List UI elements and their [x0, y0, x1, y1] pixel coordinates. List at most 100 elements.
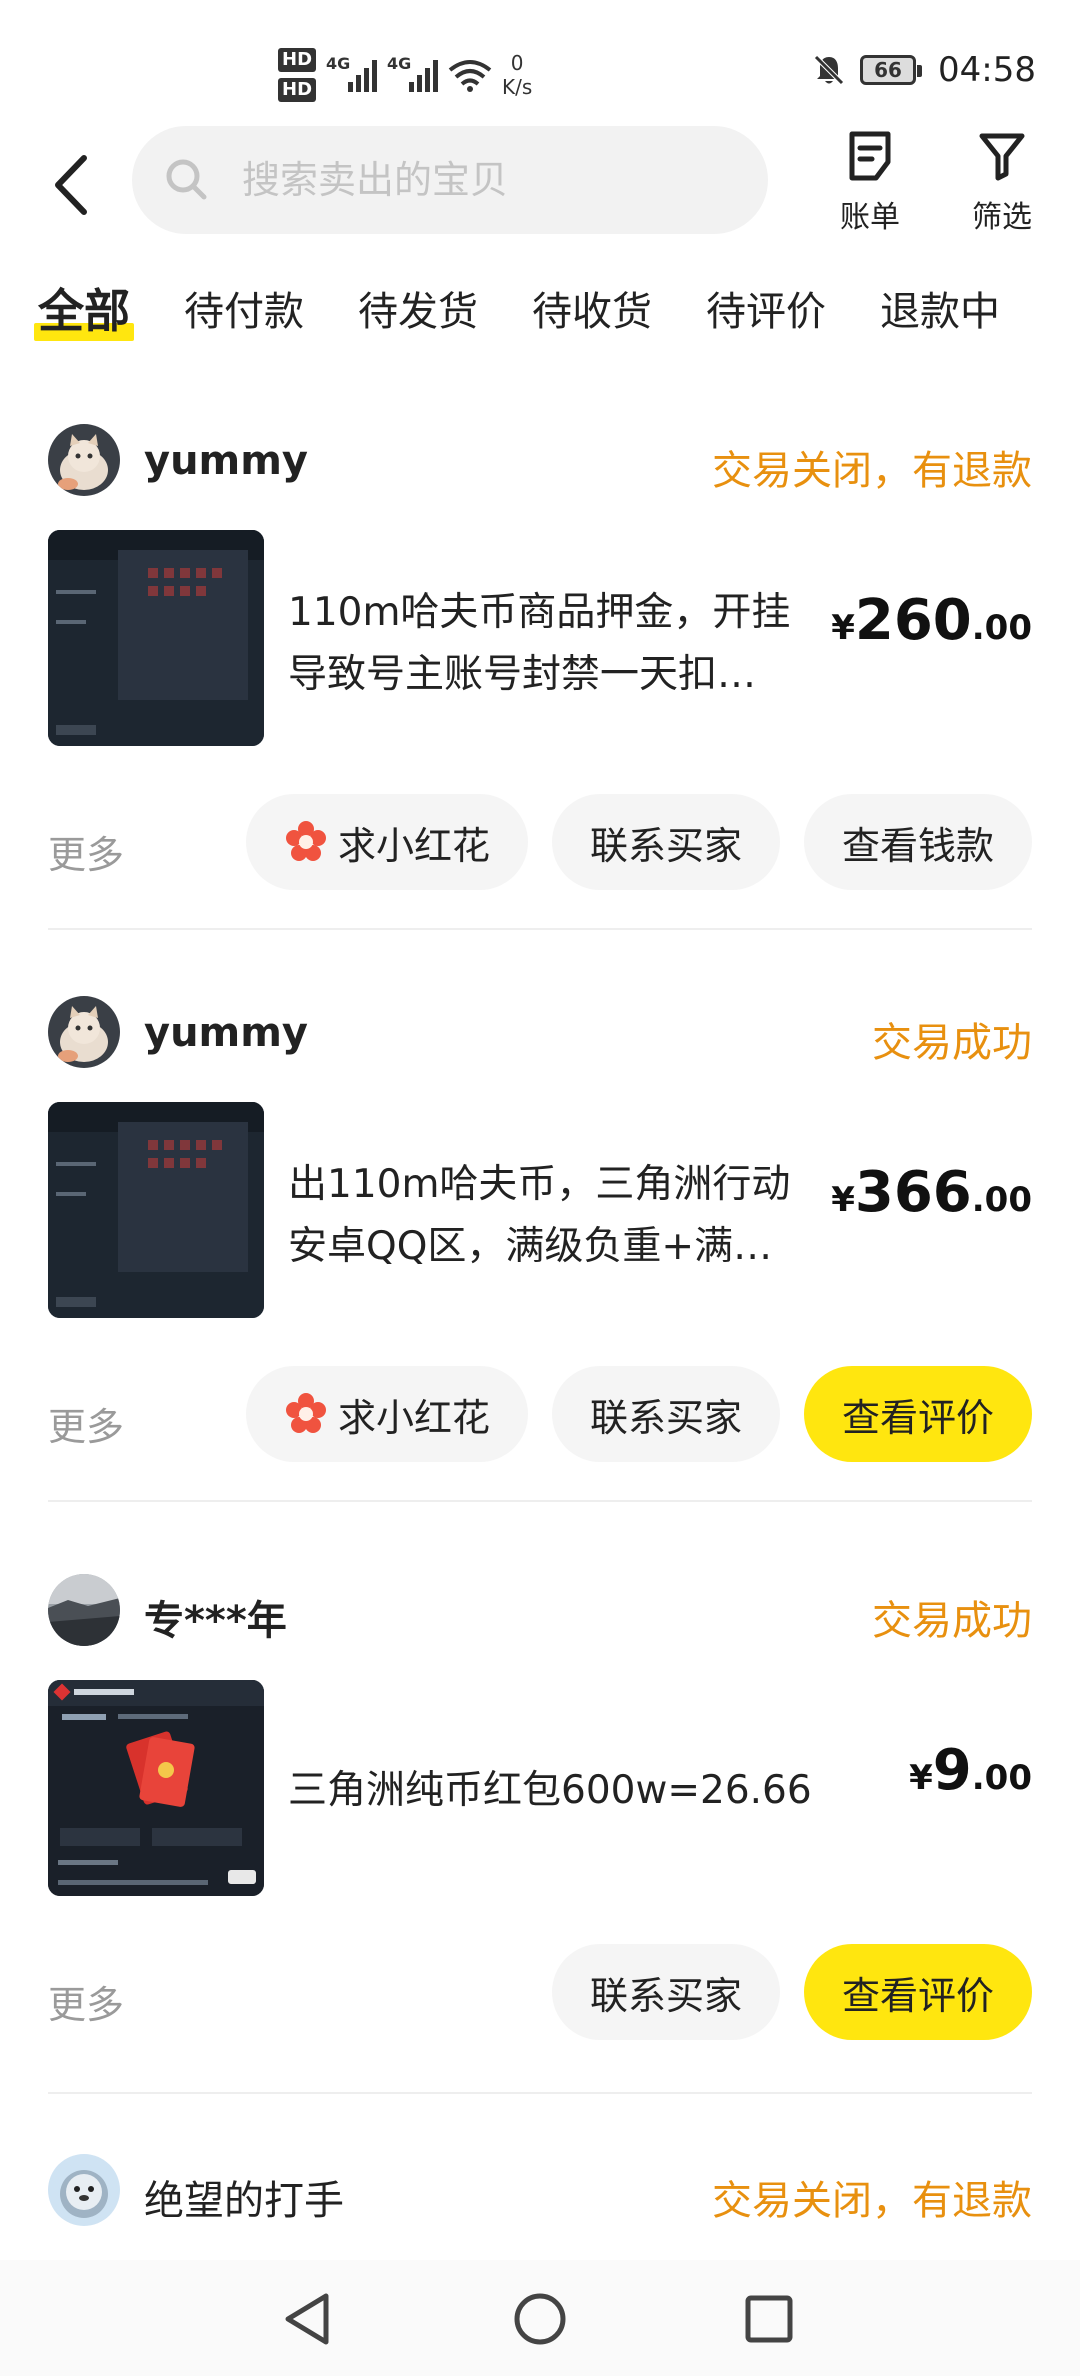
more-link[interactable]: 更多: [48, 824, 124, 879]
contact-buyer-button[interactable]: 联系买家: [551, 794, 780, 890]
net-speed-value: 0: [510, 51, 524, 75]
price-currency: ¥: [831, 608, 855, 648]
order-header: yummy 交易关闭，有退款: [48, 420, 1032, 500]
seal-avatar-icon: [48, 2154, 120, 2226]
tab-to-receive[interactable]: 待收货: [532, 279, 652, 337]
tab-to-review[interactable]: 待评价: [706, 279, 826, 337]
order-card[interactable]: 绝望的打手 交易关闭，有退款: [48, 2150, 1032, 2230]
contact-buyer-button[interactable]: 联系买家: [551, 1944, 780, 2040]
ask-flower-label: 求小红花: [337, 823, 490, 868]
product-thumbnail[interactable]: [48, 1680, 264, 1896]
filter-icon: [979, 133, 1025, 181]
network-type-2: 4G: [387, 54, 412, 73]
tab-all-label: 全部: [38, 284, 130, 338]
status-right: 66 04:58: [812, 50, 1036, 90]
order-actions: 更多 求小红花 联系买家 查看钱款: [48, 794, 1032, 894]
bill-label: 账单: [840, 200, 900, 235]
price-integer: 260: [854, 588, 972, 653]
ask-flower-label: 求小红花: [337, 1395, 490, 1440]
battery-icon: 66: [860, 55, 923, 85]
price-integer: 9: [932, 1738, 972, 1803]
contact-buyer-label: 联系买家: [589, 823, 742, 868]
product-title[interactable]: 三角洲纯币红包600w=26.66: [288, 1760, 828, 1822]
nav-back-icon[interactable]: [274, 2284, 344, 2354]
divider: [48, 2092, 1032, 2094]
wifi-icon: [448, 60, 492, 92]
more-link[interactable]: 更多: [48, 1974, 124, 2029]
order-tabs: 全部 待付款 待发货 待收货 待评价 退款中: [0, 268, 1080, 348]
tab-to-ship[interactable]: 待发货: [358, 279, 478, 337]
order-price: ¥9.00: [909, 1738, 1032, 1803]
product-thumbnail[interactable]: [48, 530, 264, 746]
nav-recents-icon[interactable]: [734, 2284, 804, 2354]
tab-all[interactable]: 全部: [34, 275, 134, 341]
net-speed: 0 K/s: [502, 51, 532, 99]
buyer-name[interactable]: 绝望的打手: [144, 2168, 344, 2226]
network-type-1: 4G: [326, 54, 351, 73]
back-arrow-icon[interactable]: [44, 150, 104, 220]
tab-refunding-label: 退款中: [880, 289, 1000, 335]
product-title-line1: 三角洲纯币红包600w=26.66: [288, 1768, 812, 1813]
filter-button[interactable]: 筛选: [952, 128, 1052, 236]
product-title-line1: 出110m哈夫币，三角洲行动: [288, 1162, 791, 1207]
red-flower-icon: [285, 1393, 326, 1433]
view-review-button[interactable]: 查看评价: [803, 1944, 1032, 2040]
ask-flower-button[interactable]: 求小红花: [245, 1366, 528, 1462]
signal-2-icon: 4G: [387, 54, 439, 92]
buyer-name[interactable]: 专***年: [144, 1588, 287, 1646]
order-status: 交易成功: [872, 1598, 1032, 1644]
product-title-line2: 安卓QQ区，满级负重+满…: [288, 1224, 773, 1269]
hd-indicators: HD HD: [278, 48, 317, 102]
buyer-avatar[interactable]: [48, 2154, 120, 2226]
buyer-name[interactable]: yummy: [144, 1010, 308, 1056]
search-icon: [166, 159, 207, 200]
product-thumbnail[interactable]: [48, 1102, 264, 1318]
order-item[interactable]: 110m哈夫币商品押金，开挂 导致号主账号封禁一天扣… ¥260.00: [48, 530, 1032, 750]
header: 账单 筛选: [0, 120, 1080, 250]
tab-to-receive-label: 待收货: [532, 289, 652, 335]
cat-avatar-icon: [48, 424, 120, 496]
battery-level: 66: [874, 58, 902, 82]
order-card[interactable]: yummy 交易成功 出110m哈夫币，三角洲行动 安卓QQ区，满级负重+满… …: [48, 992, 1032, 1466]
buyer-name[interactable]: yummy: [144, 438, 308, 484]
tab-pending-payment[interactable]: 待付款: [184, 279, 304, 337]
contact-buyer-button[interactable]: 联系买家: [551, 1366, 780, 1462]
order-card[interactable]: yummy 交易关闭，有退款 110m哈夫币商品押金，开挂 导致号主账号封禁一天…: [48, 420, 1032, 894]
product-title-line1: 110m哈夫币商品押金，开挂: [288, 590, 791, 635]
buyer-avatar[interactable]: [48, 1574, 120, 1646]
game-screenshot-image: [48, 530, 264, 746]
price-integer: 366: [854, 1160, 972, 1225]
clock: 04:58: [938, 50, 1036, 90]
search-bar[interactable]: [132, 126, 768, 234]
view-payment-button[interactable]: 查看钱款: [803, 794, 1032, 890]
red-packet-screenshot-image: [48, 1680, 264, 1896]
signal-1-icon: 4G: [326, 54, 378, 92]
order-item[interactable]: 出110m哈夫币，三角洲行动 安卓QQ区，满级负重+满… ¥366.00: [48, 1102, 1032, 1322]
contact-buyer-label: 联系买家: [589, 1395, 742, 1440]
view-review-button[interactable]: 查看评价: [803, 1366, 1032, 1462]
buyer-avatar[interactable]: [48, 424, 120, 496]
tab-refunding[interactable]: 退款中: [880, 279, 1000, 337]
view-payment-label: 查看钱款: [841, 823, 994, 868]
price-decimal: .00: [971, 1180, 1032, 1220]
view-review-label: 查看评价: [841, 1973, 994, 2018]
buyer-avatar[interactable]: [48, 996, 120, 1068]
more-link[interactable]: 更多: [48, 1396, 124, 1451]
ask-flower-button[interactable]: 求小红花: [245, 794, 528, 890]
order-item[interactable]: 三角洲纯币红包600w=26.66 ¥9.00: [48, 1680, 1032, 1900]
order-card[interactable]: 专***年 交易成功 三角洲纯币红包600w=26.66 ¥9.00 更多 联系…: [48, 1570, 1032, 2044]
view-review-label: 查看评价: [841, 1395, 994, 1440]
divider: [48, 1500, 1032, 1502]
nav-home-icon[interactable]: [505, 2284, 575, 2354]
hd1-badge: HD: [278, 48, 317, 72]
hd2-badge: HD: [278, 78, 317, 102]
price-currency: ¥: [831, 1180, 855, 1220]
product-title[interactable]: 出110m哈夫币，三角洲行动 安卓QQ区，满级负重+满…: [288, 1154, 828, 1278]
bell-muted-icon: [814, 55, 844, 85]
price-decimal: .00: [971, 1758, 1032, 1798]
order-price: ¥366.00: [831, 1160, 1032, 1225]
bill-button[interactable]: 账单: [820, 128, 920, 236]
product-title[interactable]: 110m哈夫币商品押金，开挂 导致号主账号封禁一天扣…: [288, 582, 828, 706]
action-buttons: 联系买家 查看评价: [551, 1944, 1032, 2040]
search-input[interactable]: [242, 158, 722, 202]
